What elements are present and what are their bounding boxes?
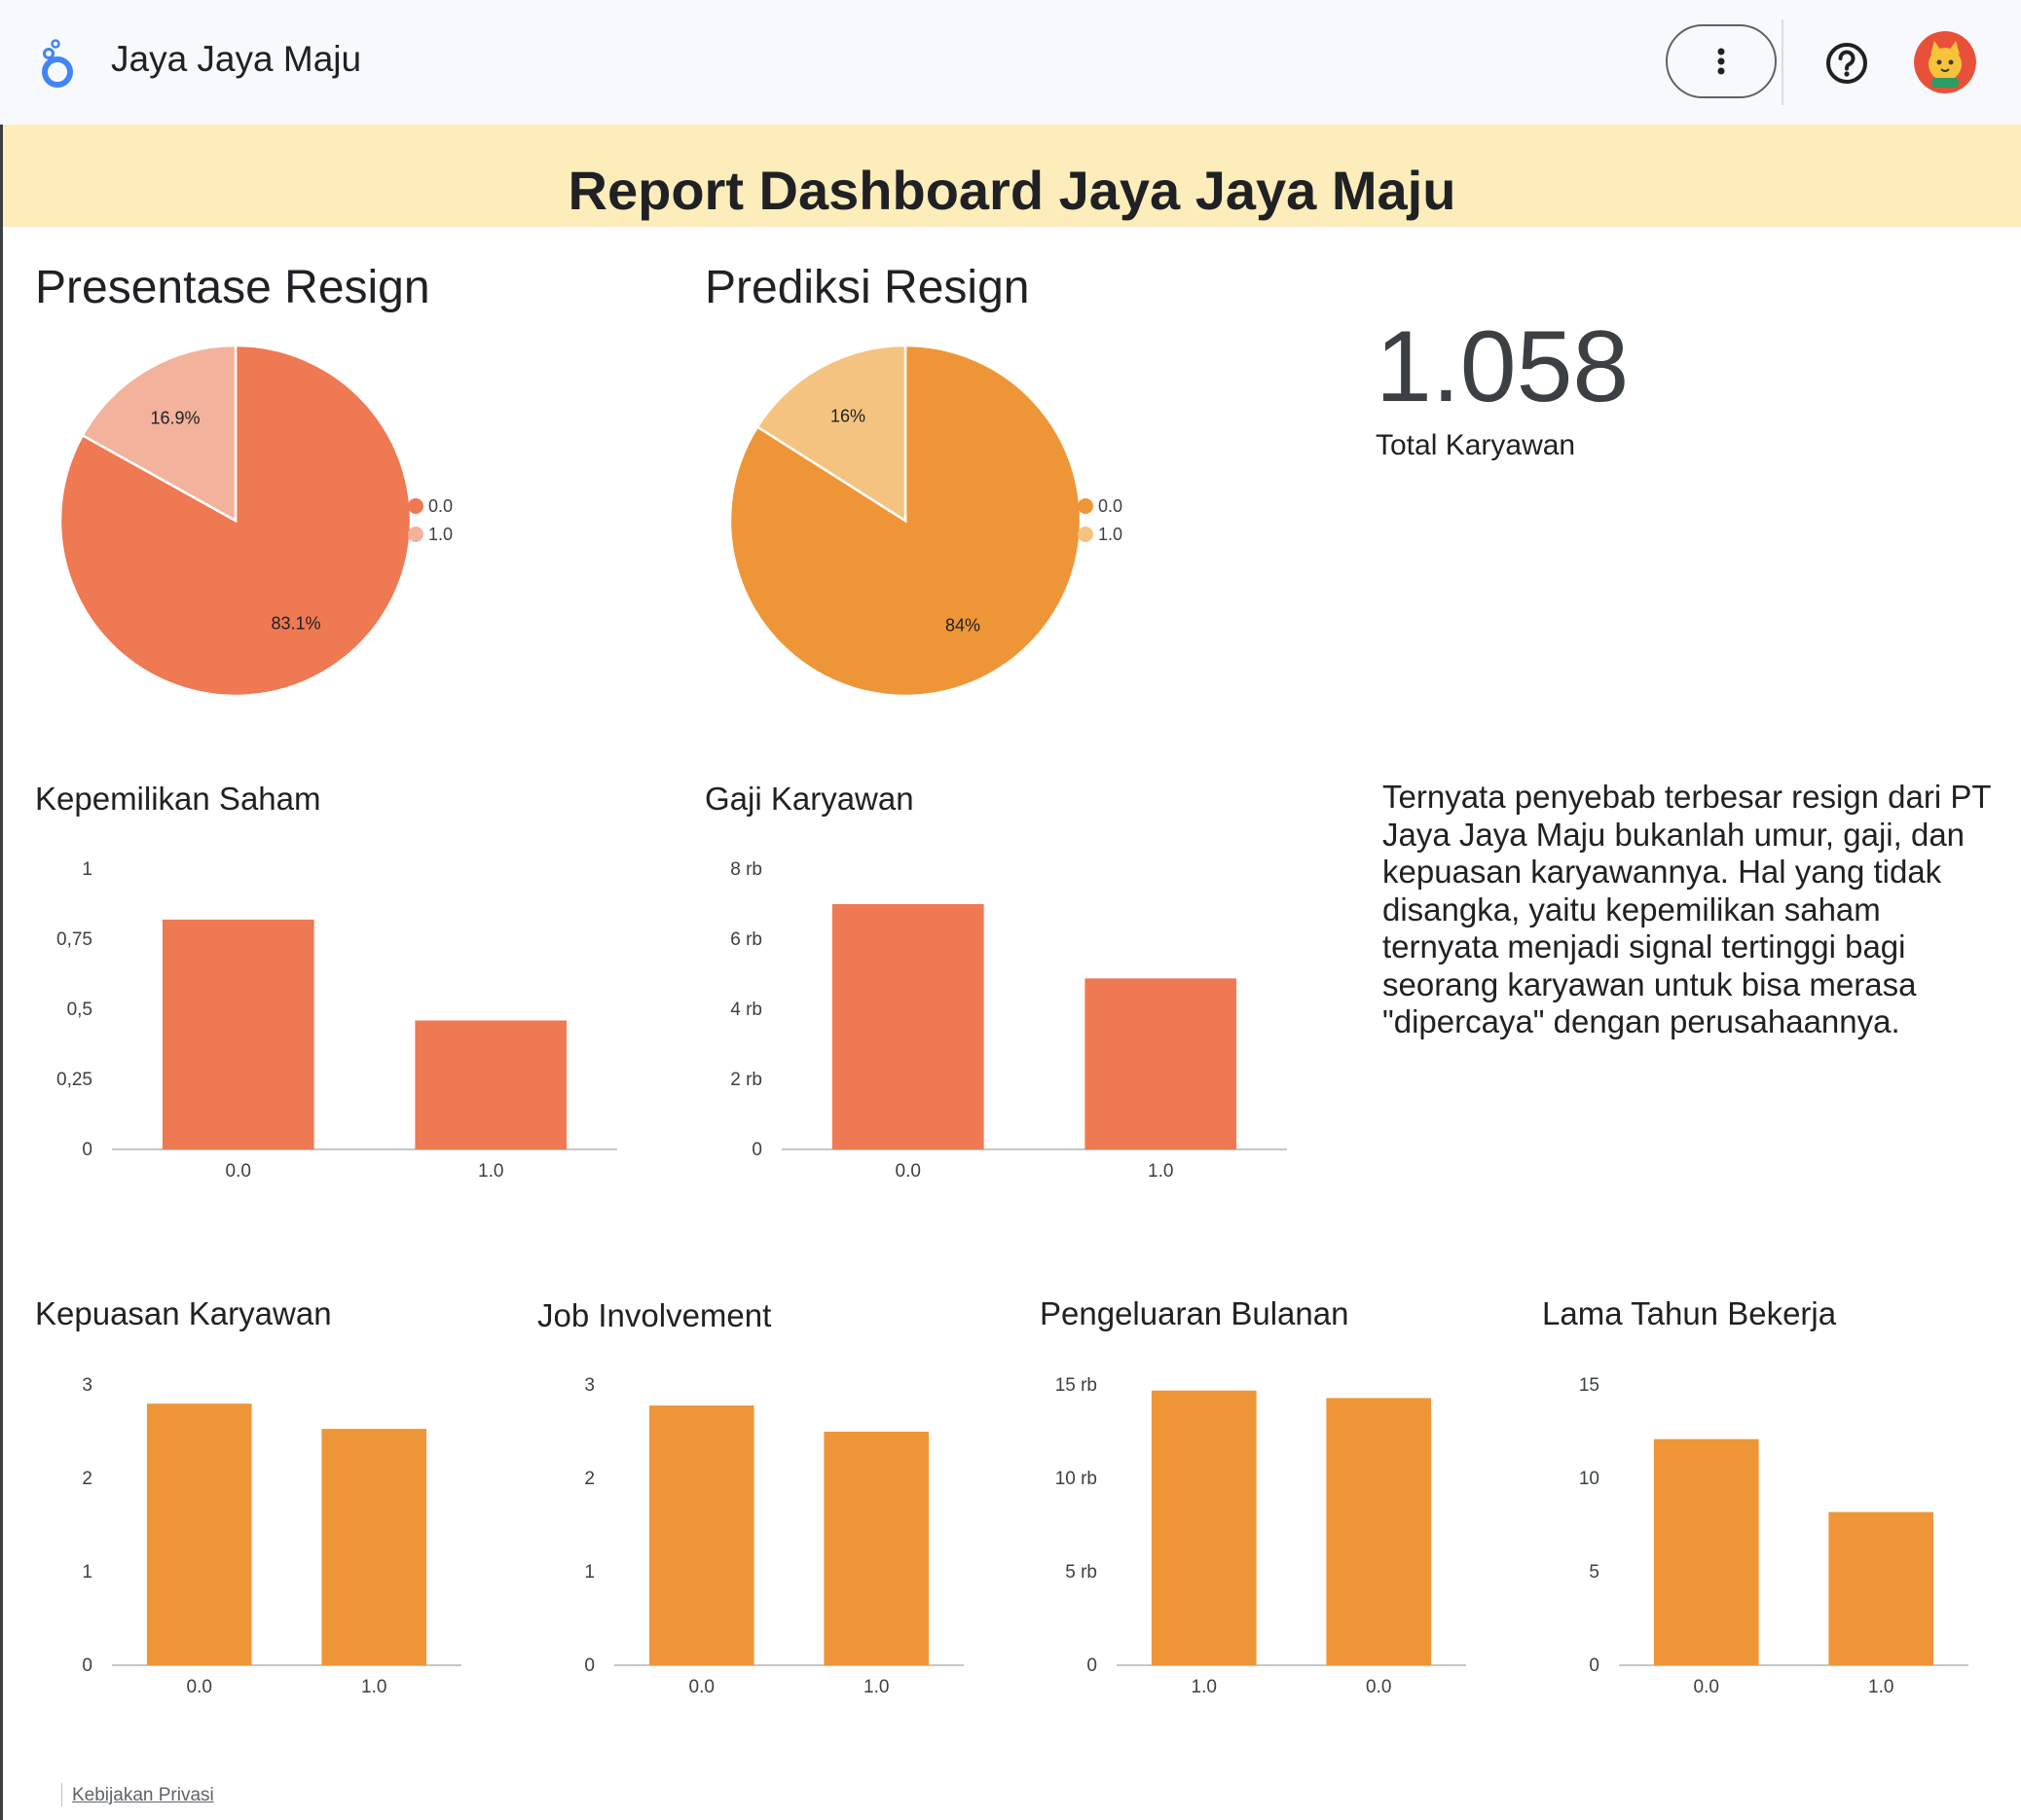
y-tick-label: 3	[584, 1375, 595, 1396]
footer-divider	[61, 1783, 62, 1806]
y-tick-label: 10 rb	[1055, 1469, 1097, 1489]
y-tick-label: 15 rb	[1055, 1375, 1097, 1396]
y-tick-label: 0	[82, 1140, 92, 1160]
pie-slice-label: 16.9%	[151, 408, 201, 427]
y-tick-label: 15	[1579, 1375, 1599, 1396]
bar-0.0[interactable]	[831, 904, 984, 1149]
y-tick-label: 6 rb	[730, 929, 762, 950]
report-name: Jaya Jaya Maju	[111, 39, 362, 79]
x-tick-label: 0.0	[689, 1677, 715, 1697]
bar-0.0[interactable]	[162, 919, 314, 1149]
y-tick-label: 0,25	[56, 1070, 92, 1090]
chart-title-presentase-resign: Presentase Resign	[35, 262, 430, 313]
x-tick-label: 0.0	[896, 1161, 921, 1182]
y-tick-label: 0	[752, 1140, 762, 1160]
legend-swatch	[408, 498, 423, 514]
more-vert-icon	[1717, 48, 1725, 75]
legend-label: 0.0	[428, 496, 453, 516]
chart-title-lama-tahun-bekerja: Lama Tahun Bekerja	[1542, 1295, 1837, 1331]
legend-swatch	[1078, 527, 1093, 542]
bar-chart-pengeluaran-bulanan[interactable]: 0 5 rb 10 rb 15 rb 1.0 0.0	[1044, 1372, 1472, 1703]
x-tick-label: 1.0	[361, 1677, 386, 1697]
bar-chart-job-involvement[interactable]: 0 1 2 3 0.0 1.0	[541, 1372, 970, 1703]
y-tick-label: 8 rb	[730, 859, 762, 880]
chart-title-prediksi-resign: Prediksi Resign	[705, 262, 1030, 313]
more-options-button[interactable]	[1666, 24, 1777, 98]
top-app-bar: Jaya Jaya Maju	[0, 0, 2021, 125]
y-tick-label: 5	[1589, 1562, 1599, 1583]
page-left-edge	[0, 125, 3, 1820]
bar-chart-gaji-karyawan[interactable]: 0 2 rb 4 rb 6 rb 8 rb 0.0 1.0	[709, 856, 1293, 1187]
toolbar-divider	[1782, 19, 1783, 105]
insight-text: Ternyata penyebab terbesar resign dari P…	[1382, 779, 1991, 1039]
user-avatar[interactable]	[1914, 31, 1976, 93]
y-tick-label: 0	[1589, 1656, 1599, 1676]
y-tick-label: 2 rb	[730, 1070, 762, 1090]
chart-title-job-involvement: Job Involvement	[537, 1297, 772, 1333]
y-tick-label: 2	[584, 1469, 595, 1489]
x-tick-label: 0.0	[1366, 1677, 1391, 1697]
chart-title-gaji-karyawan: Gaji Karyawan	[705, 781, 914, 817]
legend-label: 1.0	[1098, 525, 1122, 544]
bar-1.0[interactable]	[824, 1432, 930, 1665]
bar-0.0[interactable]	[1326, 1398, 1432, 1665]
report-title: Report Dashboard Jaya Jaya Maju	[568, 160, 1456, 221]
report-banner: Report Dashboard Jaya Jaya Maju	[3, 125, 2021, 227]
bar-1.0[interactable]	[1828, 1511, 1934, 1665]
legend-label: 1.0	[428, 525, 453, 544]
y-tick-label: 1	[82, 1562, 92, 1583]
legend-swatch	[408, 527, 423, 542]
bar-chart-kepemilikan-saham[interactable]: 0 0,25 0,5 0,75 1 0.0 1.0	[39, 856, 623, 1187]
x-tick-label: 1.0	[864, 1677, 889, 1697]
bar-0.0[interactable]	[648, 1405, 754, 1665]
x-tick-label: 1.0	[1192, 1677, 1217, 1697]
legend-label: 0.0	[1098, 496, 1122, 516]
avatar-cat-icon	[1914, 31, 1976, 93]
pie-chart-presentase-resign[interactable]: 83.1% 16.9% 0.0 1.0	[49, 331, 477, 710]
kpi-total-karyawan-label: Total Karyawan	[1376, 429, 1576, 461]
bar-chart-kepuasan-karyawan[interactable]: 0 1 2 3 0.0 1.0	[39, 1372, 467, 1703]
x-tick-label: 0.0	[187, 1677, 212, 1697]
chart-title-kepemilikan-saham: Kepemilikan Saham	[35, 781, 321, 817]
chart-title-pengeluaran-bulanan: Pengeluaran Bulanan	[1040, 1295, 1349, 1331]
x-tick-label: 0.0	[1694, 1677, 1719, 1697]
x-tick-label: 0.0	[226, 1161, 251, 1182]
bar-1.0[interactable]	[1151, 1390, 1257, 1665]
legend-swatch	[1078, 498, 1093, 514]
chart-title-kepuasan-karyawan: Kepuasan Karyawan	[35, 1295, 332, 1331]
privacy-policy-link[interactable]: Kebijakan Privasi	[72, 1785, 214, 1806]
bar-1.0[interactable]	[321, 1429, 427, 1665]
help-icon[interactable]	[1824, 41, 1869, 86]
y-tick-label: 0	[584, 1656, 595, 1676]
pie-chart-prediksi-resign[interactable]: 84% 16% 0.0 1.0	[718, 331, 1147, 710]
pie-slice-label: 84%	[945, 615, 980, 635]
y-tick-label: 0,5	[67, 1000, 92, 1020]
y-tick-label: 4 rb	[730, 1000, 762, 1020]
y-tick-label: 0	[1086, 1656, 1097, 1676]
y-tick-label: 3	[82, 1375, 92, 1396]
looker-studio-logo-icon[interactable]	[37, 37, 78, 90]
y-tick-label: 10	[1579, 1469, 1599, 1489]
kpi-total-karyawan-value: 1.058	[1376, 310, 1630, 423]
bar-chart-lama-tahun-bekerja[interactable]: 0 5 10 15 0.0 1.0	[1546, 1372, 1974, 1703]
y-tick-label: 1	[82, 859, 92, 880]
x-tick-label: 1.0	[1148, 1161, 1173, 1182]
x-tick-label: 1.0	[478, 1161, 503, 1182]
y-tick-label: 2	[82, 1469, 92, 1489]
bar-1.0[interactable]	[415, 1020, 568, 1149]
x-tick-label: 1.0	[1868, 1677, 1893, 1697]
bar-0.0[interactable]	[1653, 1438, 1759, 1665]
bar-0.0[interactable]	[146, 1403, 252, 1665]
y-tick-label: 1	[584, 1562, 595, 1583]
pie-slice-label: 16%	[830, 407, 865, 426]
y-tick-label: 0,75	[56, 929, 92, 950]
pie-slice-label: 83.1%	[271, 614, 320, 634]
y-tick-label: 5 rb	[1065, 1562, 1097, 1583]
bar-1.0[interactable]	[1084, 978, 1237, 1149]
y-tick-label: 0	[82, 1656, 92, 1676]
